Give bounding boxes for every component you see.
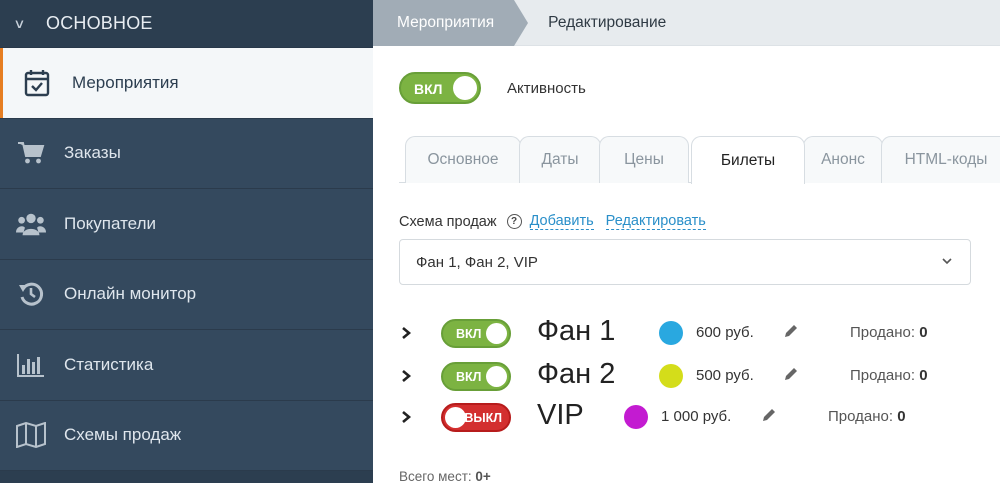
sold-value: 0: [919, 367, 928, 384]
bar-chart-icon: [16, 350, 46, 380]
tab-announce[interactable]: Анонс: [803, 136, 883, 183]
chevron-down-icon: ∨: [13, 15, 26, 31]
activity-label: Активность: [507, 79, 586, 97]
sidebar-item-sales-schemes[interactable]: Схемы продаж: [0, 401, 373, 471]
sidebar-item-customers[interactable]: Покупатели: [0, 189, 373, 260]
ticket-name: VIP: [537, 399, 584, 431]
sidebar: ∨ ОСНОВНОЕ Мероприятия Заказы Покупатели…: [0, 0, 373, 483]
sold-value: 0: [897, 408, 906, 425]
schema-select-value: Фан 1, Фан 2, VIP: [416, 253, 538, 271]
chevron-right-icon[interactable]: [399, 326, 413, 340]
chevron-right-icon[interactable]: [399, 410, 413, 424]
activity-toggle[interactable]: ВКЛ: [399, 72, 481, 104]
sidebar-item-label: Заказы: [64, 143, 121, 163]
ticket-row: ВЫКЛ VIP 1 000 руб. Продано: 0: [373, 396, 1000, 438]
toggle-label: ВКЛ: [414, 81, 443, 97]
sold-value: 0: [919, 324, 928, 341]
chevron-down-icon: [942, 258, 952, 265]
sold-label: Продано:: [828, 408, 894, 425]
ticket-name: Фан 1: [537, 315, 616, 347]
toggle-label: ВКЛ: [456, 369, 482, 384]
ticket-sold: Продано: 0: [828, 408, 906, 425]
sidebar-item-label: Онлайн монитор: [64, 284, 197, 304]
toggle-knob: [445, 406, 466, 428]
total-label: Всего мест:: [399, 469, 472, 483]
sidebar-header[interactable]: ∨ ОСНОВНОЕ: [0, 0, 373, 48]
help-icon[interactable]: ?: [506, 214, 522, 229]
ticket-color-dot[interactable]: [624, 405, 648, 429]
sold-label: Продано:: [850, 367, 916, 384]
breadcrumb-events-link[interactable]: Мероприятия: [373, 0, 529, 46]
sidebar-item-statistics[interactable]: Статистика: [0, 330, 373, 401]
toggle-knob: [453, 76, 477, 100]
sidebar-item-orders[interactable]: Заказы: [0, 119, 373, 189]
toggle-knob: [486, 365, 507, 387]
sidebar-footer: [0, 471, 373, 483]
breadcrumb: Мероприятия Редактирование: [373, 0, 1000, 46]
breadcrumb-current: Редактирование: [548, 13, 667, 31]
ticket-toggle[interactable]: ВКЛ: [441, 318, 511, 348]
ticket-row: ВКЛ Фан 2 500 руб. Продано: 0: [373, 355, 1000, 397]
pencil-icon[interactable]: [761, 407, 777, 423]
calendar-check-icon: [22, 68, 52, 98]
edit-schema-link[interactable]: Редактировать: [605, 213, 706, 230]
ticket-name: Фан 2: [537, 358, 616, 390]
sidebar-item-online-monitor[interactable]: Онлайн монитор: [0, 260, 373, 330]
sidebar-item-label: Статистика: [64, 354, 154, 374]
toggle-knob: [486, 322, 507, 344]
ticket-price: 600 руб.: [696, 324, 754, 341]
sidebar-item-events[interactable]: Мероприятия: [0, 48, 373, 119]
ticket-sold: Продано: 0: [850, 367, 928, 384]
sidebar-header-label: ОСНОВНОЕ: [46, 13, 153, 33]
add-schema-link[interactable]: Добавить: [529, 213, 594, 230]
ticket-sold: Продано: 0: [850, 324, 928, 341]
schema-row: Схема продаж ? Добавить Редактировать: [399, 213, 718, 230]
tabs: Основное Даты Цены Билеты Анонс HTML-код…: [399, 136, 1000, 184]
tab-main[interactable]: Основное: [405, 136, 521, 183]
tab-html-codes[interactable]: HTML-коды: [881, 136, 1000, 183]
total-value: 0+: [475, 469, 491, 483]
ticket-price: 500 руб.: [696, 367, 754, 384]
schema-select[interactable]: Фан 1, Фан 2, VIP: [399, 239, 971, 285]
total-seats: Всего мест: 0+: [399, 469, 491, 483]
content: ВКЛ Активность Основное Даты Цены Билеты…: [373, 46, 1000, 483]
sidebar-item-label: Мероприятия: [72, 72, 179, 92]
chevron-right-icon[interactable]: [399, 369, 413, 383]
pencil-icon[interactable]: [783, 323, 799, 339]
toggle-label: ВКЛ: [456, 326, 482, 341]
tab-tickets[interactable]: Билеты: [691, 136, 805, 184]
ticket-price: 1 000 руб.: [661, 408, 732, 425]
ticket-color-dot[interactable]: [659, 321, 683, 345]
schema-label: Схема продаж: [399, 213, 497, 230]
ticket-toggle[interactable]: ВКЛ: [441, 361, 511, 391]
ticket-row: ВКЛ Фан 1 600 руб. Продано: 0: [373, 312, 1000, 354]
map-icon: [16, 420, 46, 450]
tab-dates[interactable]: Даты: [519, 136, 601, 183]
sidebar-item-label: Покупатели: [64, 213, 156, 233]
ticket-color-dot[interactable]: [659, 364, 683, 388]
tab-prices[interactable]: Цены: [599, 136, 689, 183]
users-icon: [16, 209, 46, 239]
sold-label: Продано:: [850, 324, 916, 341]
main-panel: Мероприятия Редактирование ВКЛ Активност…: [373, 0, 1000, 483]
pencil-icon[interactable]: [783, 366, 799, 382]
history-icon: [16, 279, 46, 309]
sidebar-item-label: Схемы продаж: [64, 425, 182, 445]
activity-row: ВКЛ Активность: [399, 72, 586, 104]
ticket-toggle[interactable]: ВЫКЛ: [441, 402, 511, 432]
toggle-label: ВЫКЛ: [464, 410, 502, 425]
cart-icon: [16, 138, 46, 168]
